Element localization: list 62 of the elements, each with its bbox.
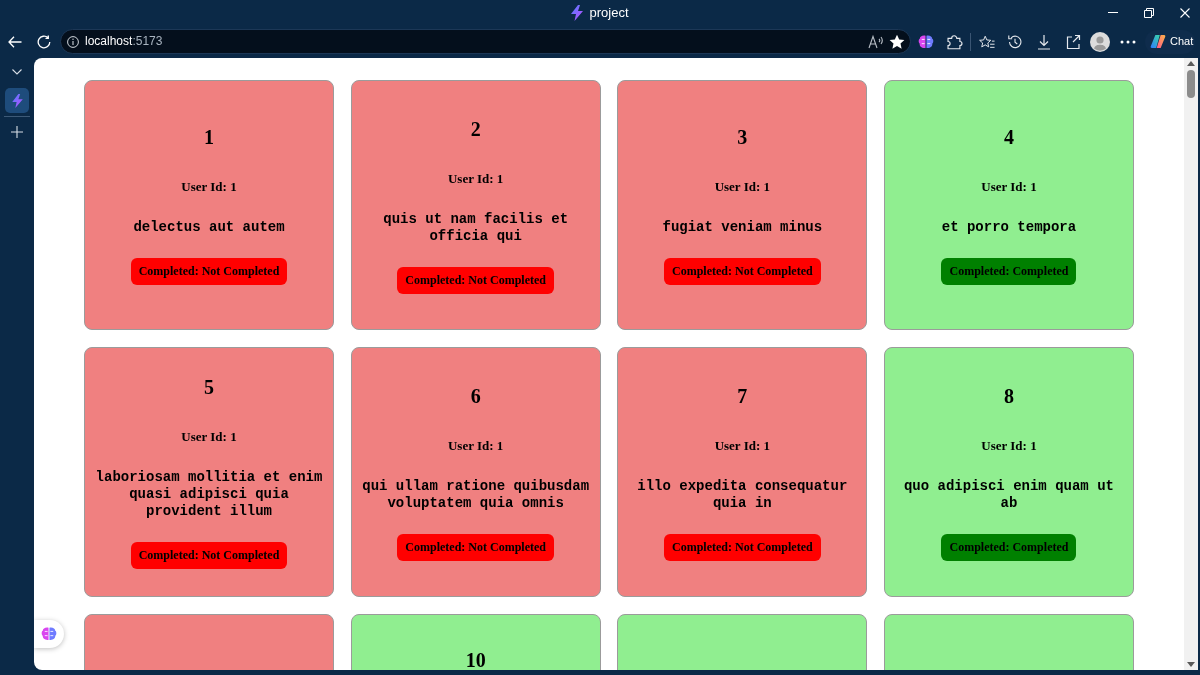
status-button[interactable]: Completed: Completed: [941, 533, 1077, 561]
user-id-text: User Id: 1: [181, 179, 237, 195]
todo-number: 4: [1003, 125, 1014, 149]
window-title: project: [589, 4, 629, 21]
back-arrow-icon[interactable]: [8, 35, 22, 48]
status-button[interactable]: Completed: Not Completed: [397, 533, 554, 561]
todo-number: 10: [465, 650, 486, 670]
address-bar[interactable]: localhost:5173: [60, 29, 911, 54]
user-id-text: User Id: 1: [981, 179, 1037, 195]
todo-title: illo expedita consequatur quia in: [636, 477, 849, 512]
todo-number: 6: [470, 383, 481, 408]
copilot-icon: [1150, 34, 1166, 49]
profile-avatar-icon[interactable]: [1090, 31, 1110, 52]
user-id-text: User Id: 1: [181, 429, 237, 445]
todo-number: 1: [204, 125, 214, 149]
todo-number: 2: [470, 116, 481, 141]
info-icon[interactable]: [67, 35, 79, 48]
status-button[interactable]: Completed: Not Completed: [130, 542, 288, 569]
user-id-text: User Id: 1: [714, 179, 770, 195]
close-icon[interactable]: [1180, 7, 1190, 18]
star-icon[interactable]: [889, 33, 905, 50]
read-aloud-icon[interactable]: [868, 33, 884, 50]
history-icon[interactable]: [1007, 33, 1023, 50]
plus-icon[interactable]: [11, 126, 23, 138]
status-button[interactable]: Completed: Completed: [941, 258, 1077, 285]
restore-icon[interactable]: [1144, 7, 1154, 18]
favorites-icon[interactable]: [979, 33, 995, 50]
scroll-up-arrow-icon[interactable]: [1187, 61, 1195, 66]
assistant-button[interactable]: [34, 620, 64, 648]
status-button[interactable]: Completed: Not Completed: [664, 258, 821, 285]
puzzle-piece-icon[interactable]: [947, 33, 963, 50]
todo-number: 3: [737, 125, 748, 149]
user-id-text: User Id: 1: [981, 437, 1037, 454]
status-button[interactable]: Completed: Not Completed: [130, 258, 288, 285]
user-id-text: User Id: 1: [447, 437, 504, 454]
vertical-tab[interactable]: [5, 88, 29, 113]
user-id-text: User Id: 1: [714, 437, 770, 454]
todo-number: 5: [204, 375, 214, 399]
status-button[interactable]: Completed: Not Completed: [664, 533, 821, 561]
more-options-icon[interactable]: [1120, 39, 1136, 44]
todo-title: et porro tempora: [941, 219, 1077, 236]
todo-title: quis ut nam facilis et officia qui: [382, 210, 570, 245]
todo-title: quo adipisci enim quam ut ab: [902, 477, 1115, 512]
refresh-icon[interactable]: [37, 34, 51, 49]
todo-number: 7: [737, 383, 748, 408]
todo-title: fugiat veniam minus: [662, 219, 823, 236]
scroll-down-arrow-icon[interactable]: [1187, 662, 1195, 667]
brain-icon: [41, 627, 57, 641]
download-icon[interactable]: [1036, 33, 1052, 50]
todo-number: 8: [1003, 383, 1014, 408]
lightning-bolt-icon: [571, 4, 584, 21]
lightning-bolt-icon: [11, 93, 23, 108]
share-icon[interactable]: [1065, 33, 1081, 50]
todo-title: laboriosam mollitia et enim quasi adipisci quia provident illum: [95, 469, 323, 520]
chevron-down-icon[interactable]: [12, 69, 22, 75]
status-button[interactable]: Completed: Not Completed: [397, 266, 554, 294]
scrollbar-thumb[interactable]: [1187, 70, 1195, 98]
todo-title: delectus aut autem: [133, 219, 285, 236]
chat-button[interactable]: Chat: [1145, 29, 1195, 54]
brain-icon[interactable]: [918, 33, 934, 50]
todo-title: qui ullam ratione quibusdam voluptatem quia omnis: [361, 477, 590, 512]
user-id-text: User Id: 1: [447, 170, 504, 187]
